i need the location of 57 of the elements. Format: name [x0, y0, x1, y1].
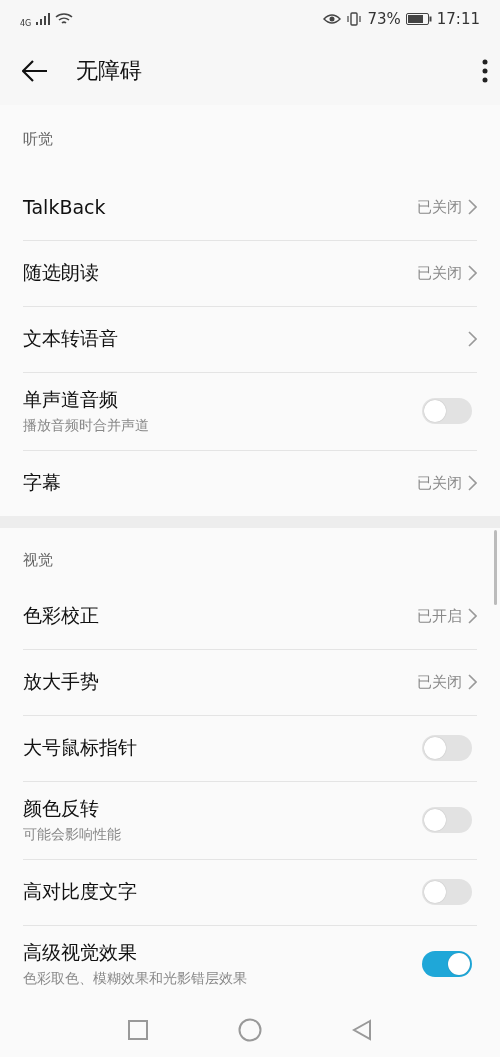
row-label: 单声道音频: [23, 387, 119, 413]
back-triangle-icon[interactable]: [352, 1018, 372, 1041]
signal-icon: [36, 13, 51, 26]
toggle-switch[interactable]: [422, 807, 472, 834]
eye-icon: [323, 13, 342, 26]
settings-row[interactable]: 颜色反转 可能会影响性能: [23, 781, 477, 860]
toggle-switch[interactable]: [422, 735, 472, 762]
status-value: 已关闭: [417, 672, 462, 692]
chevron-right-icon: [468, 608, 477, 625]
row-label: TalkBack: [23, 196, 107, 219]
network-type: 4G: [20, 18, 32, 28]
row-subtitle: 可能会影响性能: [23, 826, 122, 845]
row-label: 放大手势: [23, 669, 100, 695]
row-label: 高对比度文字: [23, 879, 138, 905]
settings-row[interactable]: 单声道音频 播放音频时合并声道: [23, 372, 477, 451]
chevron-right-icon: [468, 331, 477, 348]
settings-row[interactable]: 文本转语音: [23, 306, 477, 373]
status-value: 已开启: [417, 606, 462, 626]
recents-square-icon[interactable]: [128, 1019, 148, 1040]
row-label: 字幕: [23, 470, 62, 496]
row-subtitle: 播放音频时合并声道: [23, 417, 150, 436]
chevron-right-icon: [468, 475, 477, 492]
row-label: 大号鼠标指针: [23, 735, 138, 761]
status-value: 已关闭: [417, 263, 462, 283]
toggle-switch[interactable]: [422, 398, 472, 425]
chevron-right-icon: [468, 199, 477, 216]
row-subtitle: 色彩取色、模糊效果和光影错层效果: [23, 970, 248, 989]
section-title: 视觉: [23, 549, 54, 571]
chevron-right-icon: [468, 674, 477, 691]
vibrate-icon: [346, 12, 363, 27]
toggle-switch[interactable]: [422, 879, 472, 906]
row-label: 色彩校正: [23, 603, 100, 629]
status-value: 已关闭: [417, 473, 462, 493]
status-value: 已关闭: [417, 197, 462, 217]
settings-row[interactable]: 高级视觉效果 色彩取色、模糊效果和光影错层效果: [23, 925, 477, 1003]
home-circle-icon[interactable]: [238, 1017, 262, 1042]
chevron-right-icon: [468, 265, 477, 282]
row-label: 高级视觉效果: [23, 940, 138, 966]
settings-row[interactable]: TalkBack 已关闭: [23, 174, 477, 241]
row-label: 随选朗读: [23, 260, 100, 286]
back-arrow-icon[interactable]: [22, 60, 48, 83]
page-title: 无障碍: [76, 57, 143, 86]
row-label: 颜色反转: [23, 796, 100, 822]
settings-row[interactable]: 随选朗读 已关闭: [23, 240, 477, 307]
battery-percent: 73%: [367, 10, 401, 29]
settings-row[interactable]: 高对比度文字: [23, 859, 477, 926]
settings-row[interactable]: 字幕 已关闭: [23, 450, 477, 516]
clock-time: 17:11: [436, 10, 480, 29]
settings-row[interactable]: 色彩校正 已开启: [23, 583, 477, 650]
toggle-switch[interactable]: [422, 951, 472, 978]
wifi-icon: [55, 12, 74, 27]
section-title: 听觉: [23, 129, 54, 151]
settings-row[interactable]: 放大手势 已关闭: [23, 649, 477, 716]
more-menu-icon[interactable]: [482, 59, 488, 84]
settings-row[interactable]: 大号鼠标指针: [23, 715, 477, 782]
row-label: 文本转语音: [23, 326, 119, 352]
battery-icon: [405, 13, 432, 26]
